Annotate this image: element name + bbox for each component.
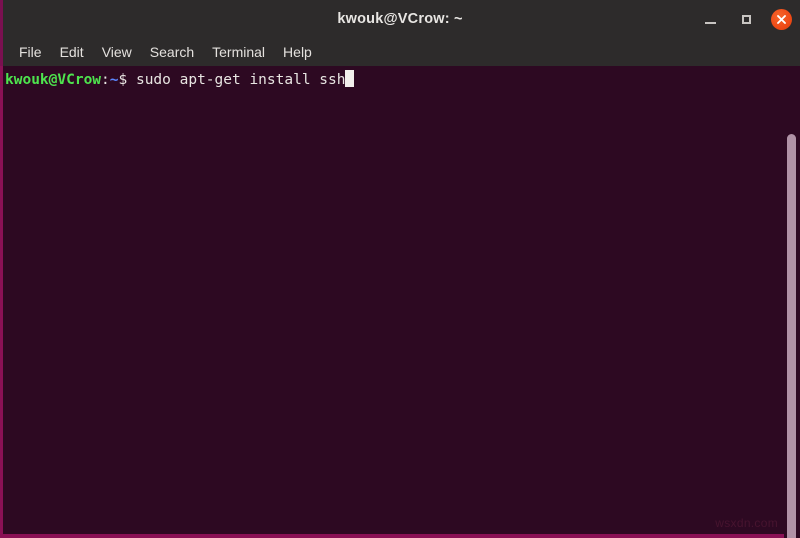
terminal-prompt-line: kwouk@VCrow:~$ sudo apt-get install ssh bbox=[5, 70, 800, 89]
watermark: wsxdn.com bbox=[715, 516, 778, 530]
window-title: kwouk@VCrow: ~ bbox=[337, 11, 463, 27]
menu-item-file[interactable]: File bbox=[10, 42, 51, 62]
terminal-body[interactable]: kwouk@VCrow:~$ sudo apt-get install ssh … bbox=[0, 66, 800, 538]
menu-item-edit[interactable]: Edit bbox=[51, 42, 93, 62]
terminal-command-text: sudo apt-get install ssh bbox=[127, 72, 346, 88]
titlebar-left-accent bbox=[0, 0, 3, 38]
prompt-user-host: kwouk@VCrow bbox=[5, 72, 102, 88]
minimize-button[interactable] bbox=[699, 8, 721, 30]
menu-item-help[interactable]: Help bbox=[274, 42, 321, 62]
menu-item-search[interactable]: Search bbox=[141, 42, 203, 62]
prompt-path: ~ bbox=[109, 72, 119, 88]
text-cursor bbox=[345, 70, 355, 87]
close-button[interactable] bbox=[771, 8, 792, 30]
terminal-scrollbar-track[interactable] bbox=[784, 66, 800, 538]
menu-item-terminal[interactable]: Terminal bbox=[203, 42, 274, 62]
title-bar[interactable]: kwouk@VCrow: ~ bbox=[0, 0, 800, 38]
terminal-scrollbar-thumb[interactable] bbox=[787, 134, 796, 538]
close-icon bbox=[777, 14, 786, 24]
prompt-separator: : bbox=[101, 72, 110, 88]
menu-bar: File Edit View Search Terminal Help bbox=[0, 38, 800, 66]
prompt-sigil: $ bbox=[118, 72, 128, 88]
menubar-left-accent bbox=[0, 38, 3, 66]
terminal-window: kwouk@VCrow: ~ File Edit View Search Ter… bbox=[0, 0, 800, 538]
maximize-button[interactable] bbox=[735, 8, 757, 30]
terminal-output[interactable]: kwouk@VCrow:~$ sudo apt-get install ssh bbox=[3, 66, 800, 534]
menu-item-view[interactable]: View bbox=[93, 42, 141, 62]
window-controls bbox=[699, 0, 792, 38]
